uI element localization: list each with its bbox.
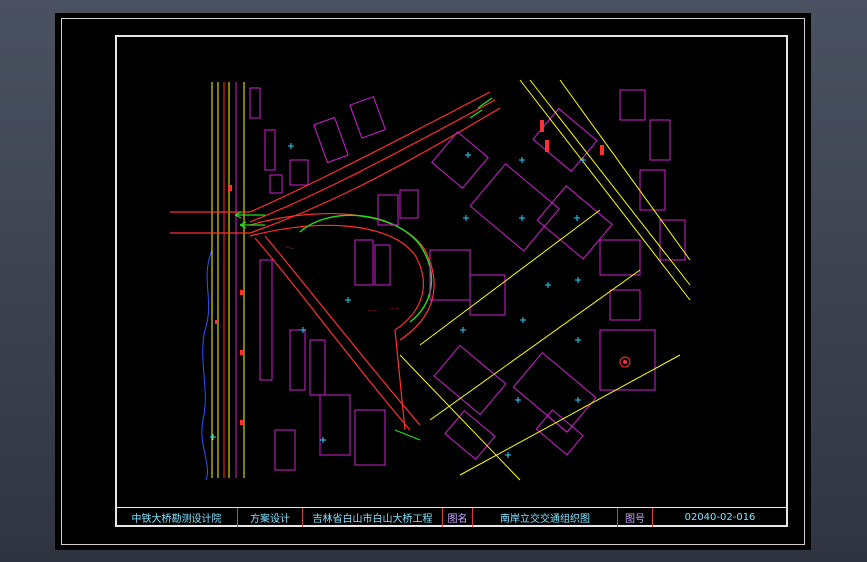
drawing-number: 02040-02-016 bbox=[684, 512, 756, 523]
main-bridge-road bbox=[170, 91, 501, 234]
company-name: 中铁大桥勘测设计院 bbox=[116, 508, 238, 527]
svg-text:-------: ------- bbox=[350, 169, 364, 180]
drawing-no-label: 图号 bbox=[618, 508, 653, 527]
ramp-labels: ------- ------- ----- -- -- -- -- bbox=[279, 169, 399, 314]
drawing-name: 南岸立交交通组织图 bbox=[473, 508, 618, 527]
svg-text:-------: ------- bbox=[279, 204, 293, 212]
loop-ramp bbox=[249, 213, 435, 341]
west-road-corridor bbox=[211, 82, 245, 478]
traffic-arrows bbox=[234, 97, 493, 229]
drawing-name-label: 图名 bbox=[443, 508, 473, 527]
buildings bbox=[249, 87, 686, 471]
svg-text:-----: ----- bbox=[284, 244, 294, 252]
project-name: 吉林省白山市白山大桥工程 bbox=[303, 508, 443, 527]
river-bank bbox=[201, 249, 213, 481]
southeast-ramp bbox=[254, 235, 421, 441]
interchange-plan-drawing: ------- ------- ----- -- -- -- -- bbox=[170, 79, 691, 481]
survey-markers bbox=[210, 143, 586, 458]
circle-marker bbox=[619, 356, 631, 368]
svg-text:-- --: -- -- bbox=[390, 306, 399, 312]
design-stage: 方案设计 bbox=[238, 508, 303, 527]
svg-text:-- --: -- -- bbox=[368, 308, 377, 314]
left-annotations bbox=[215, 120, 604, 425]
title-block: 中铁大桥勘测设计院 方案设计 吉林省白山市白山大桥工程 图名 南岸立交交通组织图… bbox=[116, 507, 787, 527]
